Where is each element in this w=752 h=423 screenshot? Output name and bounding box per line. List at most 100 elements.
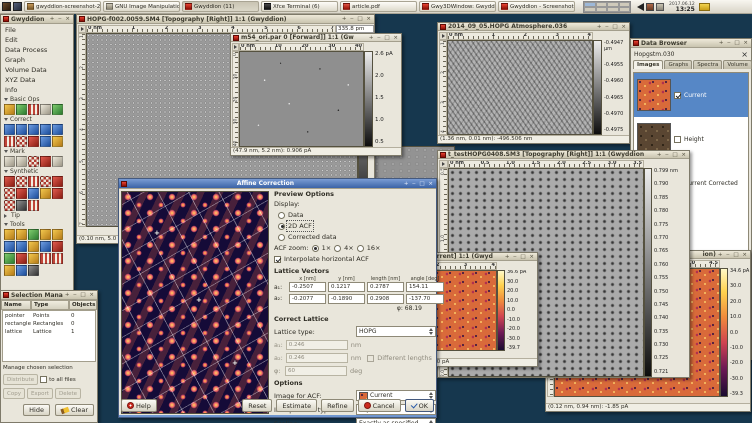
clock[interactable]: 2017.06.12 13:25: [669, 2, 695, 12]
workspace-cell[interactable]: [584, 7, 596, 12]
tool-icon[interactable]: [40, 241, 51, 252]
radio-icon[interactable]: [312, 245, 319, 252]
tool-icon[interactable]: [40, 176, 51, 187]
tool-icon[interactable]: [52, 124, 63, 135]
tool-icon[interactable]: [40, 104, 51, 115]
tool-icon[interactable]: [40, 156, 51, 167]
mail-icon[interactable]: [699, 3, 710, 11]
export-button[interactable]: Export: [27, 388, 53, 399]
column-name[interactable]: Name: [1, 300, 31, 310]
tool-icon[interactable]: [4, 124, 15, 135]
workspace-cell[interactable]: [596, 7, 608, 12]
tab-spectra[interactable]: Spectra: [693, 60, 722, 69]
a1-length-field[interactable]: 0.2787: [367, 282, 404, 292]
tool-icon[interactable]: [16, 200, 27, 211]
help-button[interactable]: Help: [121, 399, 157, 412]
selection-manager-titlebar[interactable]: Selection Manager + ‒ □ ×: [1, 291, 97, 300]
a2-length-field[interactable]: 0.2908: [367, 294, 404, 304]
tool-icon[interactable]: [16, 253, 27, 264]
tool-icon[interactable]: [40, 229, 51, 240]
tool-icon[interactable]: [16, 124, 27, 135]
taskbar-item-gwyddion[interactable]: Gwyddion (11): [182, 1, 259, 12]
ruler-corner-button[interactable]: [439, 160, 448, 168]
taskbar-item-pdf[interactable]: article.pdf: [340, 1, 417, 12]
tool-icon[interactable]: [28, 229, 39, 240]
workspace-cell[interactable]: [607, 7, 619, 12]
taskbar-item-screenshot[interactable]: gwyddion-screenshot-2...: [24, 1, 101, 12]
ruler-corner-button[interactable]: [232, 43, 239, 51]
tool-icon[interactable]: [4, 188, 15, 199]
tool-icon[interactable]: [52, 253, 63, 264]
radio-icon[interactable]: [357, 245, 364, 252]
volume-icon[interactable]: [637, 3, 644, 11]
file-close-button[interactable]: ×: [741, 50, 748, 59]
window-controls[interactable]: + ‒ □ ×: [369, 35, 399, 41]
table-row[interactable]: pointer Points 0: [3, 311, 95, 319]
tool-icon[interactable]: [16, 156, 27, 167]
section-tools[interactable]: Tools: [1, 220, 73, 229]
ok-button[interactable]: OK: [405, 399, 434, 412]
m54-colorbar[interactable]: [364, 51, 373, 147]
column-objects[interactable]: Objects: [69, 300, 97, 310]
tool-icon[interactable]: [28, 176, 39, 187]
section-correct[interactable]: Correct: [1, 115, 73, 124]
copy-button[interactable]: Copy: [3, 388, 25, 399]
table-row[interactable]: lattice Lattice 1: [3, 327, 95, 335]
current-a-titlebar[interactable]: Current] 1:1 (Gwyd + ‒ □ ×: [426, 253, 537, 261]
tool-icon[interactable]: [16, 188, 27, 199]
menu-xyz-data[interactable]: XYZ Data: [1, 75, 73, 85]
tool-icon[interactable]: [40, 124, 51, 135]
clipboard-icon[interactable]: [656, 3, 664, 11]
ruler-corner-button[interactable]: [78, 25, 86, 33]
atmos-image[interactable]: [447, 40, 593, 135]
cancel-button[interactable]: Cancel: [358, 399, 401, 412]
tool-icon[interactable]: [4, 241, 15, 252]
current-b-colorbar[interactable]: [720, 268, 728, 397]
table-row[interactable]: rectangle Rectangles 0: [3, 319, 95, 327]
atmos-titlebar[interactable]: 2014_09_05.HOPG Atmosphere.036 + ‒ □ ×: [438, 23, 629, 31]
tool-icon[interactable]: [52, 104, 63, 115]
menu-data-process[interactable]: Data Process: [1, 45, 73, 55]
network-icon[interactable]: [646, 3, 654, 11]
radio-icon[interactable]: [334, 245, 341, 252]
scaling-combo[interactable]: Exactly as specified: [356, 418, 436, 423]
taskbar-item-terminal[interactable]: Xfce Terminal (6): [261, 1, 338, 12]
tool-icon[interactable]: [52, 136, 63, 147]
taskbar-item-gwy3d[interactable]: Gwy3DWindow: Gwyddio...: [419, 1, 496, 12]
section-synthetic[interactable]: Synthetic: [1, 167, 73, 176]
tool-icon[interactable]: [28, 156, 39, 167]
tool-icon[interactable]: [28, 200, 39, 211]
menu-file[interactable]: File: [1, 25, 73, 35]
tool-icon[interactable]: [4, 176, 15, 187]
section-basic-ops[interactable]: Basic Ops: [1, 95, 73, 104]
window-controls[interactable]: + ‒ □ ×: [718, 252, 748, 258]
lattice-type-combo[interactable]: HOPG: [356, 326, 436, 337]
app-launcher-icon[interactable]: [2, 2, 11, 11]
tab-volume[interactable]: Volume: [723, 60, 751, 69]
tool-icon[interactable]: [52, 156, 63, 167]
atmos-colorbar[interactable]: [593, 40, 602, 135]
estimate-button[interactable]: Estimate: [276, 399, 317, 412]
delete-button[interactable]: Delete: [55, 388, 81, 399]
tool-icon[interactable]: [52, 176, 63, 187]
tool-icon[interactable]: [16, 176, 27, 187]
tool-icon[interactable]: [52, 188, 63, 199]
a2-x-field[interactable]: -0.2077: [289, 294, 326, 304]
ruler-corner-button[interactable]: [439, 32, 447, 40]
m54-titlebar[interactable]: m54_ori.par 0 [Forward]] 1:1 (Gw + ‒ □ ×: [231, 34, 401, 42]
current-a-colorbar[interactable]: [497, 270, 505, 351]
tool-icon[interactable]: [52, 229, 63, 240]
tool-icon[interactable]: [16, 265, 27, 276]
tool-icon[interactable]: [28, 265, 39, 276]
tool-icon[interactable]: [28, 124, 39, 135]
tool-icon[interactable]: [28, 136, 39, 147]
tool-icon[interactable]: [16, 241, 27, 252]
ttest-colorbar[interactable]: [644, 168, 652, 377]
tool-icon[interactable]: [40, 136, 51, 147]
tool-icon[interactable]: [4, 104, 15, 115]
tool-icon[interactable]: [4, 200, 15, 211]
radio-2d-acf[interactable]: 2D ACF: [278, 222, 436, 230]
tool-icon[interactable]: [4, 265, 15, 276]
window-controls[interactable]: + ‒ ×: [50, 16, 71, 22]
window-controls[interactable]: + ‒ □ ×: [505, 254, 535, 260]
